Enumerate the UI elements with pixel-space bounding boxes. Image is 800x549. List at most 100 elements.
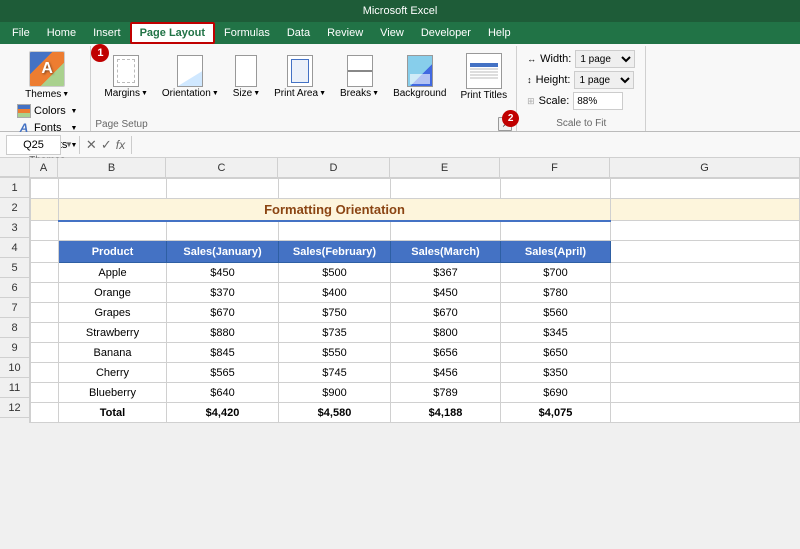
cell-a8[interactable] — [31, 323, 59, 343]
cell-total-apr[interactable]: $4,075 — [501, 403, 611, 423]
cell-feb-2[interactable]: $750 — [279, 303, 391, 323]
cell-product-3[interactable]: Strawberry — [59, 323, 167, 343]
cell-g4[interactable] — [611, 241, 800, 263]
menu-file[interactable]: File — [4, 25, 38, 41]
cell-feb-4[interactable]: $550 — [279, 343, 391, 363]
width-select[interactable]: 1 page — [575, 50, 635, 68]
menu-view[interactable]: View — [372, 25, 412, 41]
cell-apr-3[interactable]: $345 — [501, 323, 611, 343]
cell-feb-5[interactable]: $745 — [279, 363, 391, 383]
menu-review[interactable]: Review — [319, 25, 371, 41]
cell-jan-5[interactable]: $565 — [167, 363, 279, 383]
cell-total-jan[interactable]: $4,420 — [167, 403, 279, 423]
cell-a3[interactable] — [31, 221, 59, 241]
size-button[interactable]: Size ▼ — [228, 48, 265, 102]
cell-a6[interactable] — [31, 283, 59, 303]
cell-total-label[interactable]: Total — [59, 403, 167, 423]
cell-total-mar[interactable]: $4,188 — [391, 403, 501, 423]
cell-g1[interactable] — [611, 179, 800, 199]
cell-c1[interactable] — [167, 179, 279, 199]
cell-a4[interactable] — [31, 241, 59, 263]
cell-mar-5[interactable]: $456 — [391, 363, 501, 383]
cell-g7[interactable] — [611, 303, 800, 323]
cell-g9[interactable] — [611, 343, 800, 363]
cell-g3[interactable] — [611, 221, 800, 241]
col-header-f[interactable]: F — [500, 158, 610, 177]
cell-jan-2[interactable]: $670 — [167, 303, 279, 323]
col-header-a[interactable]: A — [30, 158, 58, 177]
cell-apr-2[interactable]: $560 — [501, 303, 611, 323]
menu-data[interactable]: Data — [279, 25, 318, 41]
cell-a12[interactable] — [31, 403, 59, 423]
name-box[interactable] — [6, 135, 61, 155]
name-box-arrow[interactable]: ▼ — [65, 140, 73, 149]
cell-d1[interactable] — [279, 179, 391, 199]
breaks-button[interactable]: Breaks ▼ — [335, 48, 384, 102]
background-button[interactable]: Background — [388, 48, 451, 102]
themes-button[interactable]: A Themes ▼ — [20, 48, 74, 103]
cell-d3[interactable] — [279, 221, 391, 241]
cell-f1[interactable] — [501, 179, 611, 199]
cell-apr-1[interactable]: $780 — [501, 283, 611, 303]
col-header-c[interactable]: C — [166, 158, 278, 177]
orientation-button[interactable]: Orientation ▼ — [157, 48, 224, 102]
cell-mar-3[interactable]: $800 — [391, 323, 501, 343]
cell-mar-1[interactable]: $450 — [391, 283, 501, 303]
header-product[interactable]: Product — [59, 241, 167, 263]
cell-e3[interactable] — [391, 221, 501, 241]
cell-b3[interactable] — [59, 221, 167, 241]
cell-apr-5[interactable]: $350 — [501, 363, 611, 383]
col-header-d[interactable]: D — [278, 158, 390, 177]
menu-home[interactable]: Home — [39, 25, 84, 41]
cell-jan-0[interactable]: $450 — [167, 263, 279, 283]
header-feb[interactable]: Sales(February) — [279, 241, 391, 263]
print-titles-button[interactable]: Print Titles — [455, 48, 512, 104]
cell-feb-6[interactable]: $900 — [279, 383, 391, 403]
cell-g11[interactable] — [611, 383, 800, 403]
cell-a2[interactable] — [31, 199, 59, 221]
header-apr[interactable]: Sales(April) — [501, 241, 611, 263]
menu-insert[interactable]: Insert — [85, 25, 129, 41]
cell-a1[interactable] — [31, 179, 59, 199]
cell-a5[interactable] — [31, 263, 59, 283]
cell-f3[interactable] — [501, 221, 611, 241]
cell-c3[interactable] — [167, 221, 279, 241]
cell-g6[interactable] — [611, 283, 800, 303]
print-area-button[interactable]: Print Area ▼ — [269, 48, 331, 102]
menu-formulas[interactable]: Formulas — [216, 25, 278, 41]
header-mar[interactable]: Sales(March) — [391, 241, 501, 263]
cell-product-0[interactable]: Apple — [59, 263, 167, 283]
cell-mar-6[interactable]: $789 — [391, 383, 501, 403]
header-jan[interactable]: Sales(January) — [167, 241, 279, 263]
col-header-g[interactable]: G — [610, 158, 800, 177]
cell-jan-1[interactable]: $370 — [167, 283, 279, 303]
cell-product-4[interactable]: Banana — [59, 343, 167, 363]
cell-a10[interactable] — [31, 363, 59, 383]
formula-input[interactable] — [138, 135, 794, 155]
cell-apr-6[interactable]: $690 — [501, 383, 611, 403]
confirm-formula-icon[interactable]: ✓ — [101, 137, 112, 153]
fx-icon[interactable]: fx — [116, 138, 125, 152]
title-cell[interactable]: Formatting Orientation — [59, 199, 611, 221]
cell-g12[interactable] — [611, 403, 800, 423]
cell-mar-4[interactable]: $656 — [391, 343, 501, 363]
cell-mar-0[interactable]: $367 — [391, 263, 501, 283]
cell-a7[interactable] — [31, 303, 59, 323]
scale-input[interactable] — [573, 92, 623, 110]
cell-b1[interactable] — [59, 179, 167, 199]
cell-jan-6[interactable]: $640 — [167, 383, 279, 403]
colors-button[interactable]: Colors ▼ — [14, 103, 80, 119]
cell-a11[interactable] — [31, 383, 59, 403]
menu-help[interactable]: Help — [480, 25, 519, 41]
height-select[interactable]: 1 page — [574, 71, 634, 89]
cell-apr-4[interactable]: $650 — [501, 343, 611, 363]
cell-g5[interactable] — [611, 263, 800, 283]
cell-g2[interactable] — [611, 199, 800, 221]
menu-developer[interactable]: Developer — [413, 25, 479, 41]
col-header-e[interactable]: E — [390, 158, 500, 177]
cell-jan-4[interactable]: $845 — [167, 343, 279, 363]
cell-feb-0[interactable]: $500 — [279, 263, 391, 283]
cell-e1[interactable] — [391, 179, 501, 199]
cell-total-feb[interactable]: $4,580 — [279, 403, 391, 423]
cell-jan-3[interactable]: $880 — [167, 323, 279, 343]
